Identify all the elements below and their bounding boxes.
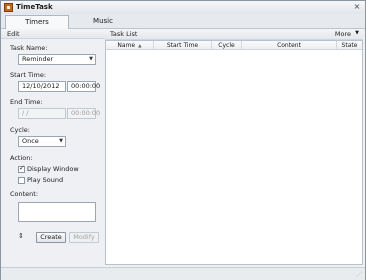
edit-header: Edit [1,29,105,39]
cycle-label: Cycle: [10,126,30,134]
column-header-name[interactable]: Name ▲ [106,41,154,50]
task-name-label: Task Name: [10,44,48,52]
task-name-dropdown[interactable]: Reminder ▼ [18,54,96,65]
start-time-value: 00:00:00 [71,82,101,90]
window-title: TimeTask [16,3,53,11]
sort-asc-icon: ▲ [138,44,142,49]
title-bar[interactable]: TimeTask × [1,1,365,15]
action-label: Action: [10,154,33,162]
tab-bar: Timers Music [1,14,365,29]
start-time-field[interactable]: 00:00:00 [67,81,100,92]
task-list-table[interactable]: Name ▲ Start Time Cycle Content State [105,40,363,265]
cycle-dropdown[interactable]: Once ▼ [18,136,66,147]
task-name-value: Reminder [22,55,54,63]
content-textarea[interactable] [18,202,96,222]
column-header-content[interactable]: Content [242,41,337,50]
end-time-value: 00:00:00 [71,109,101,117]
task-list-header: Task List More ▼ [105,29,363,40]
column-header-start-time[interactable]: Start Time [154,41,212,50]
play-sound-label: Play Sound [27,176,64,184]
column-header-cycle[interactable]: Cycle [212,41,242,50]
tab-timers[interactable]: Timers [5,15,69,29]
more-button[interactable]: More [335,30,351,38]
start-date-value: 12/10/2012 [22,82,60,90]
display-window-label: Display Window [27,165,79,173]
end-time-field[interactable]: 00:00:00 [67,108,100,119]
chevron-down-icon: ▼ [59,138,63,144]
resize-grip-icon[interactable]: ⋰ [356,271,362,278]
chevron-down-icon: ▼ [89,56,93,62]
column-header-state[interactable]: State [337,41,362,50]
create-button[interactable]: Create [36,232,66,243]
more-chevron-icon[interactable]: ▼ [355,30,359,36]
edit-panel: Edit Task Name: Reminder ▼ Start Time: 1… [1,29,105,279]
start-date-field[interactable]: 12/10/2012 [18,81,66,92]
cycle-value: Once [22,137,39,145]
tab-music[interactable]: Music [73,15,133,28]
start-time-label: Start Time: [10,71,47,79]
play-sound-checkbox[interactable] [18,177,25,184]
end-date-field[interactable]: / / [18,108,66,119]
app-icon [4,3,13,12]
end-time-label: End Time: [10,98,43,106]
task-list-title: Task List [110,30,138,38]
display-window-checkbox[interactable] [18,164,25,173]
app-window: TimeTask × Timers Music Edit Task Name: … [0,0,366,280]
close-icon[interactable]: × [352,2,362,12]
move-updown-icon[interactable]: ⇕ [18,232,24,240]
end-date-value: / / [22,109,29,117]
status-bar: ⋰ [1,267,365,280]
column-name-label: Name [117,42,136,49]
modify-button[interactable]: Modify [69,232,99,243]
content-label: Content: [10,190,39,198]
